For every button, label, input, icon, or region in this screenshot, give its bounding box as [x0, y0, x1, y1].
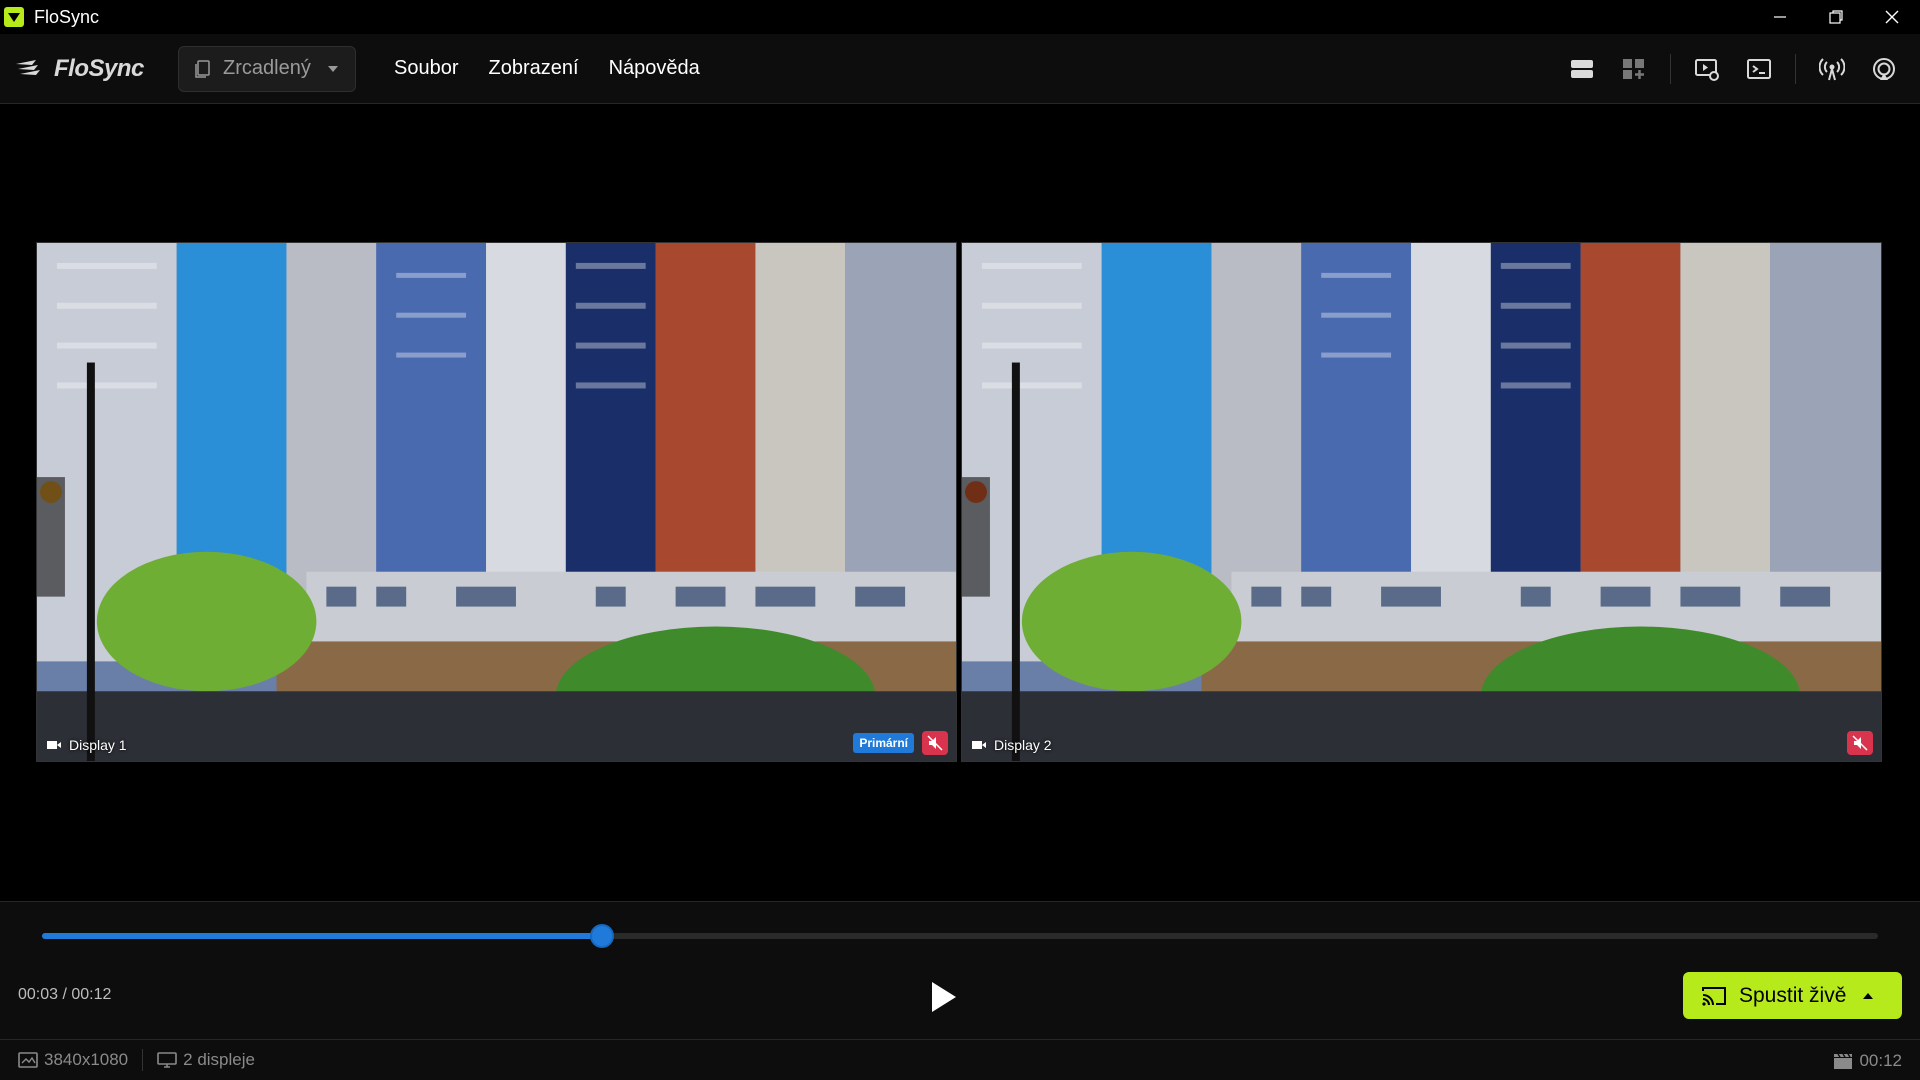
display-label: Display 1: [47, 737, 127, 753]
terminal-icon: [1747, 59, 1771, 79]
toolbar-separator: [1795, 54, 1796, 84]
menu-bar: FloSync Zrcadlený Soubor Zobrazení Nápov…: [0, 34, 1920, 104]
seek-bar-thumb[interactable]: [589, 924, 614, 948]
camera-icon: [972, 741, 986, 749]
layout-rows-button[interactable]: [1564, 51, 1600, 87]
airplay-button[interactable]: [1866, 51, 1902, 87]
terminal-button[interactable]: [1741, 51, 1777, 87]
resolution-icon: [18, 1052, 38, 1068]
speaker-muted-icon: [1852, 735, 1868, 751]
go-live-button[interactable]: Spustit živě: [1683, 972, 1902, 1019]
clapperboard-icon: [1834, 1053, 1853, 1069]
layout-rows-icon: [1571, 60, 1593, 78]
cast-icon: [1702, 986, 1726, 1006]
mute-toggle[interactable]: [922, 731, 948, 755]
chevron-down-icon: [327, 65, 338, 72]
brand-logo: FloSync: [14, 55, 154, 83]
minimize-icon: [1774, 16, 1786, 18]
layout-grid-button[interactable]: [1616, 51, 1652, 87]
main-menu: Soubor Zobrazení Nápověda: [394, 57, 730, 80]
seek-bar-progress: [42, 933, 602, 939]
display-label: Display 2: [972, 737, 1052, 753]
display-name: Display 2: [994, 737, 1052, 753]
display-settings-icon: [1695, 59, 1719, 81]
city-scene-image: [37, 243, 956, 761]
status-resolution: 3840x1080: [18, 1050, 128, 1070]
go-live-label: Spustit živě: [1739, 983, 1847, 1007]
menu-item-zobrazeni[interactable]: Zobrazení: [489, 57, 579, 80]
camera-icon: [47, 741, 61, 749]
broadcast-button[interactable]: [1814, 51, 1850, 87]
toolbar: [1556, 34, 1920, 104]
display-preview-2[interactable]: Display 2: [961, 242, 1882, 762]
seek-bar[interactable]: [42, 924, 1878, 948]
time-readout: 00:03 / 00:12: [18, 986, 112, 1003]
play-icon: [932, 982, 956, 1012]
speaker-muted-icon: [927, 735, 943, 751]
restore-icon: [1829, 10, 1843, 24]
restore-button[interactable]: [1808, 0, 1864, 34]
brand-name: FloSync: [54, 54, 144, 82]
layout-grid-add-icon: [1623, 59, 1644, 79]
title-bar: FloSync: [0, 0, 1920, 34]
minimize-button[interactable]: [1752, 0, 1808, 34]
close-button[interactable]: [1864, 0, 1920, 34]
resolution-value: 3840x1080: [44, 1050, 129, 1069]
mute-toggle[interactable]: [1847, 731, 1873, 755]
flosync-logo-icon: [16, 59, 40, 75]
play-button[interactable]: [928, 980, 960, 1014]
copy-mirror-icon: [195, 59, 210, 78]
mode-dropdown[interactable]: Zrcadlený: [178, 45, 356, 92]
toolbar-separator: [1670, 54, 1671, 84]
displays-count: 2 displeje: [183, 1050, 255, 1069]
duration-value: 00:12: [1859, 1050, 1902, 1070]
primary-badge: Primární: [853, 733, 914, 753]
display-name: Display 1: [69, 737, 127, 753]
preview-area: Display 1 Primární Display 2: [0, 105, 1920, 901]
display-preview-1[interactable]: Display 1 Primární: [36, 242, 957, 762]
menu-item-napoveda[interactable]: Nápověda: [609, 57, 700, 80]
display-settings-button[interactable]: [1689, 51, 1725, 87]
menu-item-soubor[interactable]: Soubor: [394, 57, 459, 80]
airplay-icon: [1873, 58, 1895, 80]
close-icon: [1885, 10, 1899, 24]
playback-controls: 00:03 / 00:12 Spustit živě: [0, 901, 1920, 1039]
chevron-up-icon: [1863, 992, 1874, 999]
monitor-icon: [157, 1052, 177, 1068]
status-duration: 00:12: [1833, 1051, 1902, 1071]
status-separator: [142, 1049, 144, 1071]
app-logo-icon: [4, 7, 24, 27]
broadcast-icon: [1819, 58, 1845, 81]
mode-selected-label: Zrcadlený: [223, 57, 311, 79]
city-scene-image: [962, 243, 1881, 761]
status-bar: 3840x1080 2 displeje 00:12: [0, 1039, 1920, 1080]
display-canvas: Display 1 Primární Display 2: [36, 242, 1882, 762]
status-displays: 2 displeje: [157, 1050, 255, 1070]
window-title: FloSync: [34, 6, 100, 27]
